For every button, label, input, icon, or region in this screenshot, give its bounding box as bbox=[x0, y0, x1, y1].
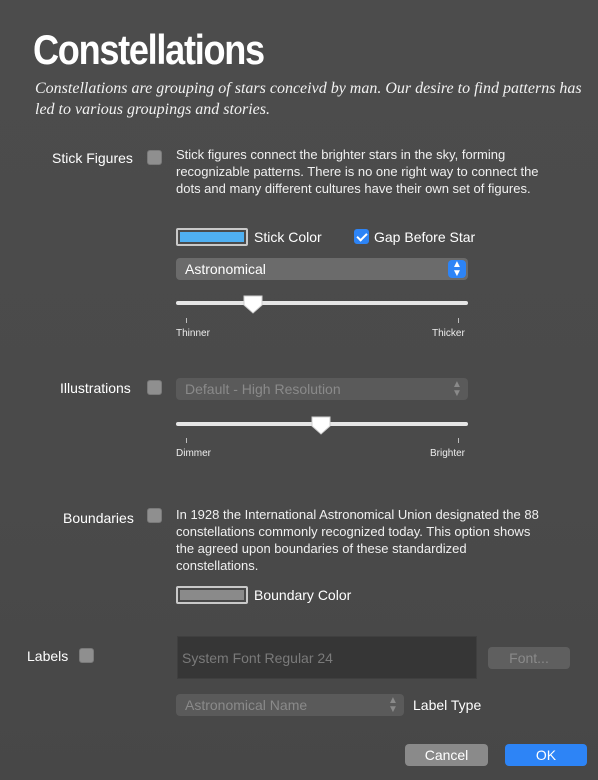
boundary-color-label: Boundary Color bbox=[254, 587, 352, 603]
labels-label: Labels bbox=[27, 648, 69, 664]
chevron-updown-icon: ▲ ▼ bbox=[452, 379, 462, 399]
label-type-label: Label Type bbox=[413, 697, 482, 713]
preferences-panel: Constellations Constellations are groupi… bbox=[0, 0, 598, 780]
boundaries-checkbox[interactable] bbox=[147, 508, 162, 523]
labels-checkbox[interactable] bbox=[79, 648, 94, 663]
slider-tick bbox=[458, 318, 459, 323]
page-title: Constellations bbox=[33, 26, 265, 73]
illustrations-label: Illustrations bbox=[60, 380, 131, 396]
slider-tick bbox=[186, 438, 187, 443]
thicker-label: Thicker bbox=[432, 328, 465, 339]
label-type-value: Astronomical Name bbox=[185, 697, 308, 713]
stick-color-fill bbox=[180, 232, 244, 242]
chevron-updown-icon: ▲ ▼ bbox=[388, 695, 398, 715]
chevron-updown-icon: ▲ ▼ bbox=[448, 260, 466, 279]
dimmer-label: Dimmer bbox=[176, 448, 211, 459]
stick-color-swatch[interactable] bbox=[176, 228, 248, 246]
boundary-color-fill bbox=[180, 590, 244, 600]
stick-style-select[interactable]: Astronomical ▲ ▼ bbox=[176, 258, 468, 280]
font-display-field: System Font Regular 24 bbox=[177, 636, 477, 679]
illustrations-select[interactable]: Default - High Resolution ▲ ▼ bbox=[176, 378, 468, 400]
boundaries-label: Boundaries bbox=[63, 510, 134, 526]
gap-before-star-label: Gap Before Star bbox=[374, 229, 476, 245]
brightness-slider-knob[interactable] bbox=[310, 415, 332, 435]
thickness-slider-knob[interactable] bbox=[242, 294, 264, 314]
gap-before-star-checkbox[interactable] bbox=[354, 229, 369, 244]
page-subtitle: Constellations are grouping of stars con… bbox=[35, 80, 582, 118]
stick-figures-checkbox[interactable] bbox=[147, 150, 162, 165]
thickness-slider-track[interactable] bbox=[176, 301, 468, 305]
cancel-button[interactable]: Cancel bbox=[405, 744, 488, 766]
illustrations-select-value: Default - High Resolution bbox=[185, 381, 341, 397]
illustrations-checkbox[interactable] bbox=[147, 380, 162, 395]
thinner-label: Thinner bbox=[176, 328, 210, 339]
ok-button[interactable]: OK bbox=[505, 744, 587, 766]
slider-tick bbox=[458, 438, 459, 443]
stick-style-value: Astronomical bbox=[185, 261, 266, 277]
stick-figures-description: Stick figures connect the brighter stars… bbox=[176, 147, 539, 196]
label-type-select[interactable]: Astronomical Name ▲ ▼ bbox=[176, 694, 404, 716]
slider-tick bbox=[186, 318, 187, 323]
stick-figures-label: Stick Figures bbox=[52, 150, 133, 166]
stick-color-label: Stick Color bbox=[254, 229, 322, 245]
boundaries-description: In 1928 the International Astronomical U… bbox=[176, 507, 539, 573]
font-button[interactable]: Font... bbox=[488, 647, 570, 669]
brighter-label: Brighter bbox=[430, 448, 466, 459]
boundary-color-swatch[interactable] bbox=[176, 586, 248, 604]
